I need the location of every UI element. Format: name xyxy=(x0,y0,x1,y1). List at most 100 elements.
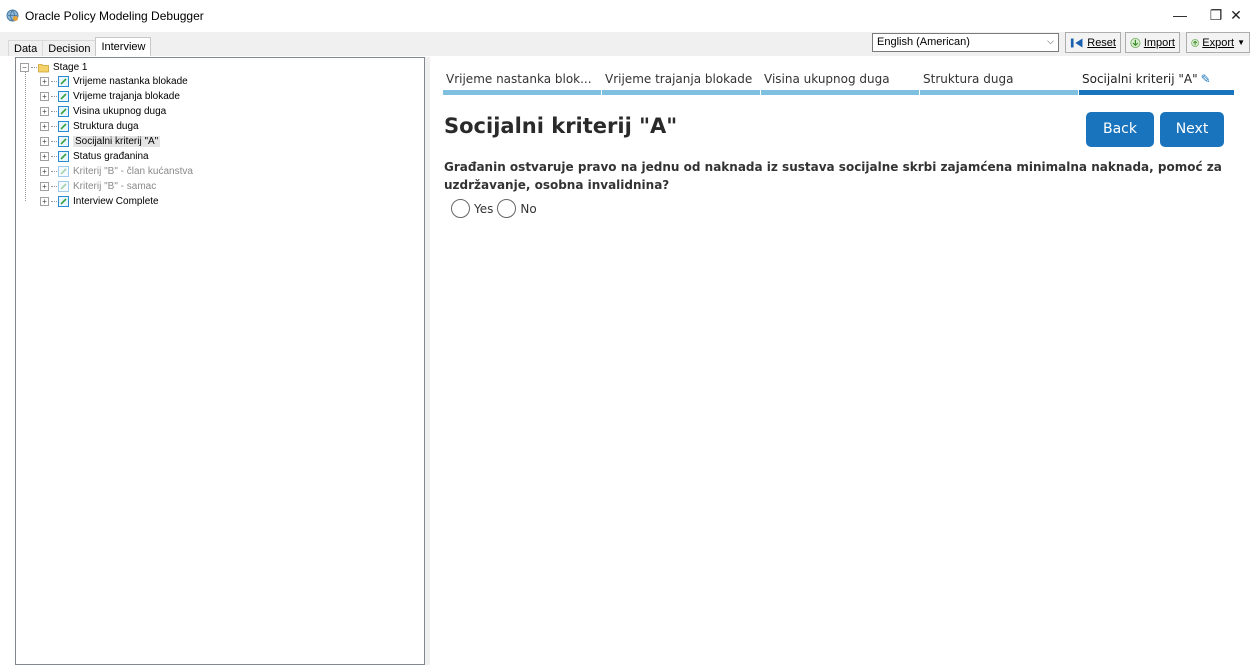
tree-connector xyxy=(51,156,57,157)
tree-connector xyxy=(51,141,57,142)
question-text: Građanin ostvaruje pravo na jednu od nak… xyxy=(444,160,1222,192)
stage-progress: Vrijeme nastanka blok... Vrijeme trajanj… xyxy=(443,69,1242,95)
yes-radio[interactable] xyxy=(451,199,470,218)
back-button[interactable]: Back xyxy=(1086,112,1154,147)
no-label[interactable]: No xyxy=(520,202,536,216)
expand-icon[interactable]: + xyxy=(40,197,49,206)
tree-label: Socijalni kriterij "A" xyxy=(73,136,161,147)
screen-icon xyxy=(58,76,69,87)
tree-node[interactable]: + Vrijeme trajanja blokade xyxy=(40,91,180,102)
screen-icon xyxy=(58,136,69,147)
yes-label[interactable]: Yes xyxy=(474,202,493,216)
tree-connector xyxy=(31,67,37,68)
stage-bar xyxy=(443,90,601,95)
collapse-icon[interactable]: − xyxy=(20,63,29,72)
import-icon xyxy=(1130,37,1141,48)
tree-connector xyxy=(51,81,57,82)
stage-tab[interactable]: Vrijeme nastanka blok... xyxy=(443,69,601,95)
interview-panel: Vrijeme nastanka blok... Vrijeme trajanj… xyxy=(430,57,1250,665)
tree-node[interactable]: + Visina ukupnog duga xyxy=(40,106,166,117)
tree-node-disabled[interactable]: + Kriterij "B" - samac xyxy=(40,181,156,192)
tab-data[interactable]: Data xyxy=(8,40,44,56)
stage-tab[interactable]: Vrijeme trajanja blokade xyxy=(602,69,760,95)
stage-label: Visina ukupnog duga xyxy=(764,72,890,86)
tree-connector xyxy=(51,96,57,97)
tree-connector xyxy=(51,201,57,202)
minimize-button[interactable]: — xyxy=(1160,0,1200,30)
expand-icon[interactable]: + xyxy=(40,107,49,116)
interview-tree[interactable]: − Stage 1 + Vrijeme nastanka blokade + V… xyxy=(15,57,425,665)
tree-node[interactable]: + Status građanina xyxy=(40,151,149,162)
expand-icon[interactable]: + xyxy=(40,167,49,176)
tree-label: Stage 1 xyxy=(53,62,88,73)
tree-node[interactable]: + Vrijeme nastanka blokade xyxy=(40,76,188,87)
tree-node[interactable]: + Struktura duga xyxy=(40,121,139,132)
screen-icon xyxy=(58,106,69,117)
stage-bar xyxy=(602,90,760,95)
stage-tab[interactable]: Visina ukupnog duga xyxy=(761,69,919,95)
dropdown-arrow-icon[interactable]: ▼ xyxy=(1237,38,1245,47)
stage-bar xyxy=(920,90,1078,95)
view-tabs: Data Decision Interview xyxy=(8,37,152,56)
expand-icon[interactable]: + xyxy=(40,182,49,191)
title-bar: Oracle Policy Modeling Debugger — ❐ ✕ xyxy=(0,0,1250,32)
pencil-icon: ✎ xyxy=(1200,72,1211,86)
chevron-down-icon: ⌵ xyxy=(1047,36,1054,46)
tree-label: Visina ukupnog duga xyxy=(73,106,167,117)
current-stage-text: Socijalni kriterij "A" xyxy=(1082,72,1198,86)
close-button[interactable]: ✕ xyxy=(1222,0,1250,30)
expand-icon[interactable]: + xyxy=(40,77,49,86)
no-radio[interactable] xyxy=(497,199,517,218)
tree-label: Status građanina xyxy=(73,151,149,162)
toolbar: Data Decision Interview English (America… xyxy=(0,32,1250,56)
tree-label: Struktura duga xyxy=(73,121,139,132)
export-button[interactable]: Export ▼ xyxy=(1186,32,1250,53)
reset-icon xyxy=(1070,38,1083,47)
window-title: Oracle Policy Modeling Debugger xyxy=(25,9,204,23)
screen-icon xyxy=(58,181,69,192)
page-title: Socijalni kriterij "A" xyxy=(444,114,678,138)
tree-node-stage[interactable]: − Stage 1 xyxy=(20,62,87,73)
tab-decision[interactable]: Decision xyxy=(42,40,97,56)
screen-icon xyxy=(58,151,69,162)
stage-bar-current xyxy=(1079,90,1234,95)
tree-connector xyxy=(51,126,57,127)
screen-icon xyxy=(58,121,69,132)
expand-icon[interactable]: + xyxy=(40,92,49,101)
reset-label: Reset xyxy=(1087,36,1116,49)
stage-label: Struktura duga xyxy=(923,72,1014,86)
tree-node[interactable]: + Interview Complete xyxy=(40,196,159,207)
import-button[interactable]: Import xyxy=(1125,32,1180,53)
tree-guide-line xyxy=(25,71,26,201)
reset-button[interactable]: Reset xyxy=(1065,32,1121,53)
tree-label: Vrijeme trajanja blokade xyxy=(73,91,180,102)
language-select[interactable]: English (American) ⌵ xyxy=(872,33,1059,52)
tree-connector xyxy=(51,171,57,172)
tab-interview[interactable]: Interview xyxy=(95,37,152,56)
next-button[interactable]: Next xyxy=(1160,112,1224,147)
screen-icon xyxy=(58,91,69,102)
expand-icon[interactable]: + xyxy=(40,122,49,131)
screen-icon xyxy=(58,196,69,207)
stage-label: Vrijeme nastanka blok... xyxy=(446,72,592,86)
tree-label: Interview Complete xyxy=(73,196,159,207)
tree-node-selected[interactable]: + Socijalni kriterij "A" xyxy=(40,136,161,147)
tree-label: Kriterij "B" - samac xyxy=(73,181,157,192)
tree-label: Vrijeme nastanka blokade xyxy=(73,76,188,87)
stage-tab-current[interactable]: Socijalni kriterij "A" ✎ xyxy=(1079,69,1234,95)
stage-tab[interactable]: Struktura duga xyxy=(920,69,1078,95)
stage-bar xyxy=(761,90,919,95)
stage-label: Vrijeme trajanja blokade xyxy=(605,72,753,86)
import-label: Import xyxy=(1143,36,1175,49)
folder-icon xyxy=(38,64,49,73)
tree-label: Kriterij "B" - član kućanstva xyxy=(73,166,193,177)
expand-icon[interactable]: + xyxy=(40,152,49,161)
expand-icon[interactable]: + xyxy=(40,137,49,146)
tree-connector xyxy=(51,111,57,112)
app-globe-icon xyxy=(6,9,19,22)
tree-connector xyxy=(51,186,57,187)
language-select-value: English (American) xyxy=(877,36,970,48)
export-label: Export xyxy=(1202,36,1235,49)
export-icon xyxy=(1191,38,1199,47)
tree-node-disabled[interactable]: + Kriterij "B" - član kućanstva xyxy=(40,166,193,177)
